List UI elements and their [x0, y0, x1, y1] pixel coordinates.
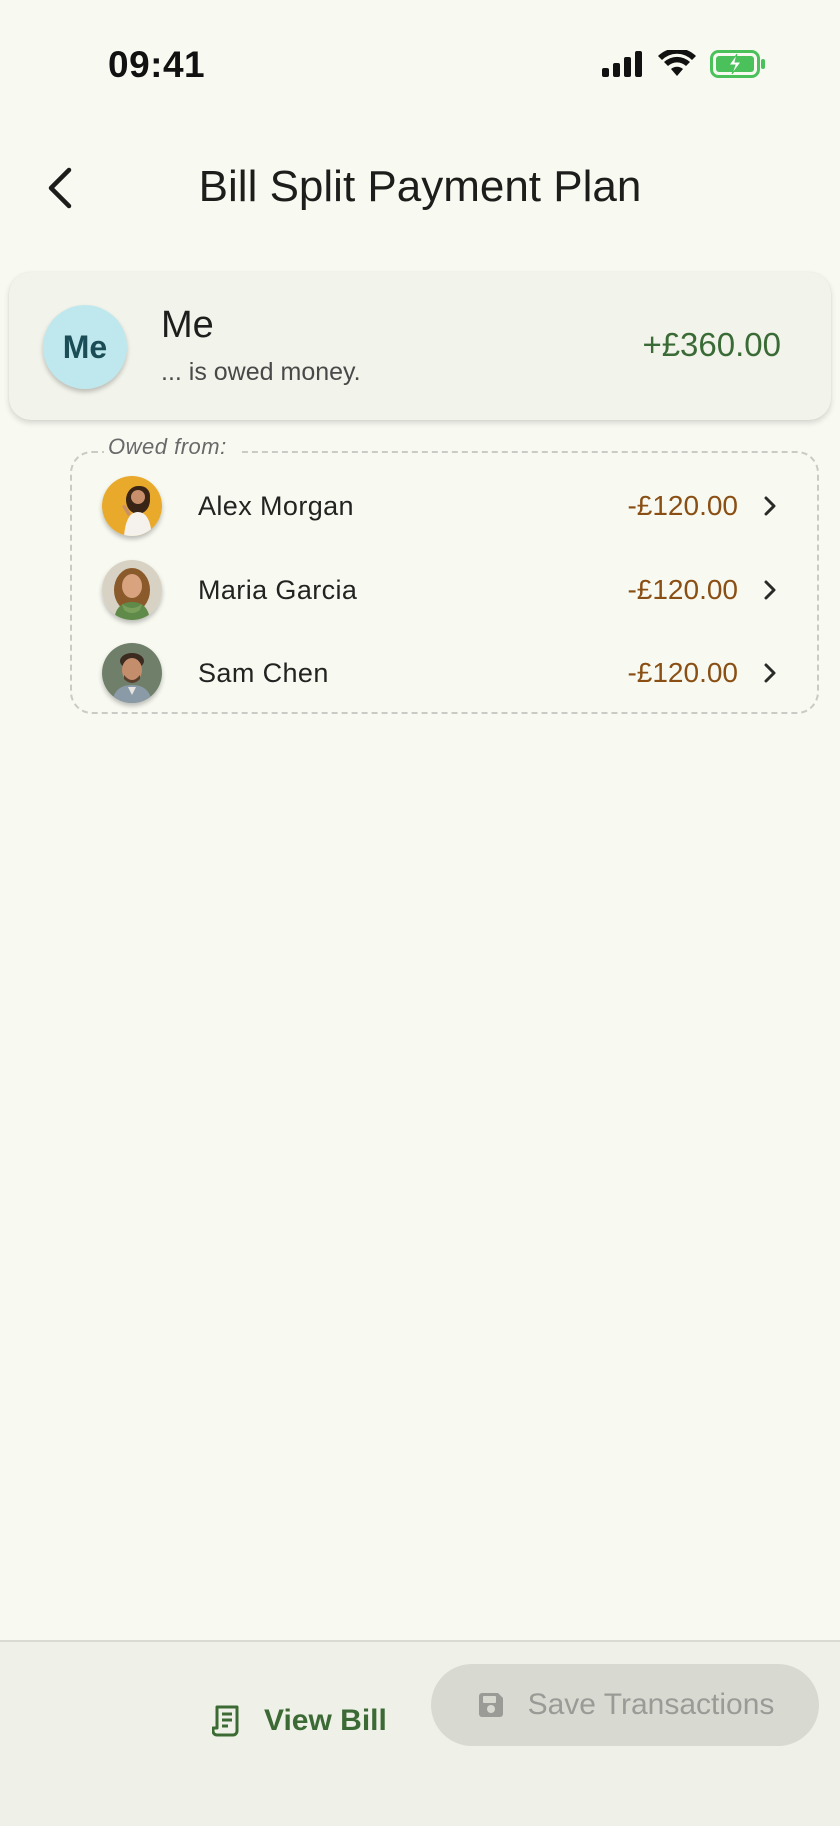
owed-from-label: Owed from:: [104, 434, 239, 460]
debtor-name: Maria Garcia: [198, 574, 358, 605]
chevron-right-icon: [758, 494, 782, 518]
creditor-amount: +£360.00: [642, 326, 781, 363]
debtor-row-maria-garcia[interactable]: Maria Garcia -£120.00: [102, 558, 782, 622]
view-bill-label: View Bill: [264, 1704, 387, 1737]
save-transactions-button[interactable]: Save Transactions: [431, 1664, 819, 1746]
avatar: [102, 476, 162, 536]
debtor-row-alex-morgan[interactable]: Alex Morgan -£120.00: [102, 474, 782, 538]
avatar: Me: [43, 305, 127, 389]
avatar: [102, 643, 162, 703]
wifi-icon: [658, 50, 696, 76]
bottom-action-bar: View Bill Save Transactions: [0, 1640, 840, 1826]
cellular-signal-icon: [602, 51, 642, 77]
header: Bill Split Payment Plan: [0, 140, 840, 236]
screen: 09:41 Bill Split Payment Plan Me Me ... …: [0, 0, 840, 1826]
chevron-right-icon: [758, 578, 782, 602]
view-bill-button[interactable]: View Bill: [212, 1686, 387, 1756]
save-transactions-label: Save Transactions: [527, 1688, 775, 1721]
debtor-amount: -£120.00: [627, 490, 738, 521]
creditor-name: Me: [161, 304, 214, 346]
chevron-right-icon: [758, 661, 782, 685]
battery-charging-icon: [710, 50, 765, 78]
floppy-disk-icon: [478, 1693, 503, 1717]
page-title: Bill Split Payment Plan: [198, 162, 642, 211]
receipt-icon: [212, 1705, 239, 1737]
creditor-card: Me Me ... is owed money. +£360.00: [9, 272, 831, 420]
debtor-name: Alex Morgan: [198, 490, 354, 521]
debtor-amount: -£120.00: [627, 574, 738, 605]
status-time: 09:41: [108, 44, 206, 85]
status-bar: 09:41: [0, 0, 840, 136]
status-icons: [602, 50, 766, 78]
avatar: [102, 560, 162, 620]
debtor-row-sam-chen[interactable]: Sam Chen -£120.00: [102, 641, 782, 705]
debtor-amount: -£120.00: [627, 657, 738, 688]
debtor-name: Sam Chen: [198, 657, 329, 688]
creditor-subtitle: ... is owed money.: [161, 358, 361, 386]
